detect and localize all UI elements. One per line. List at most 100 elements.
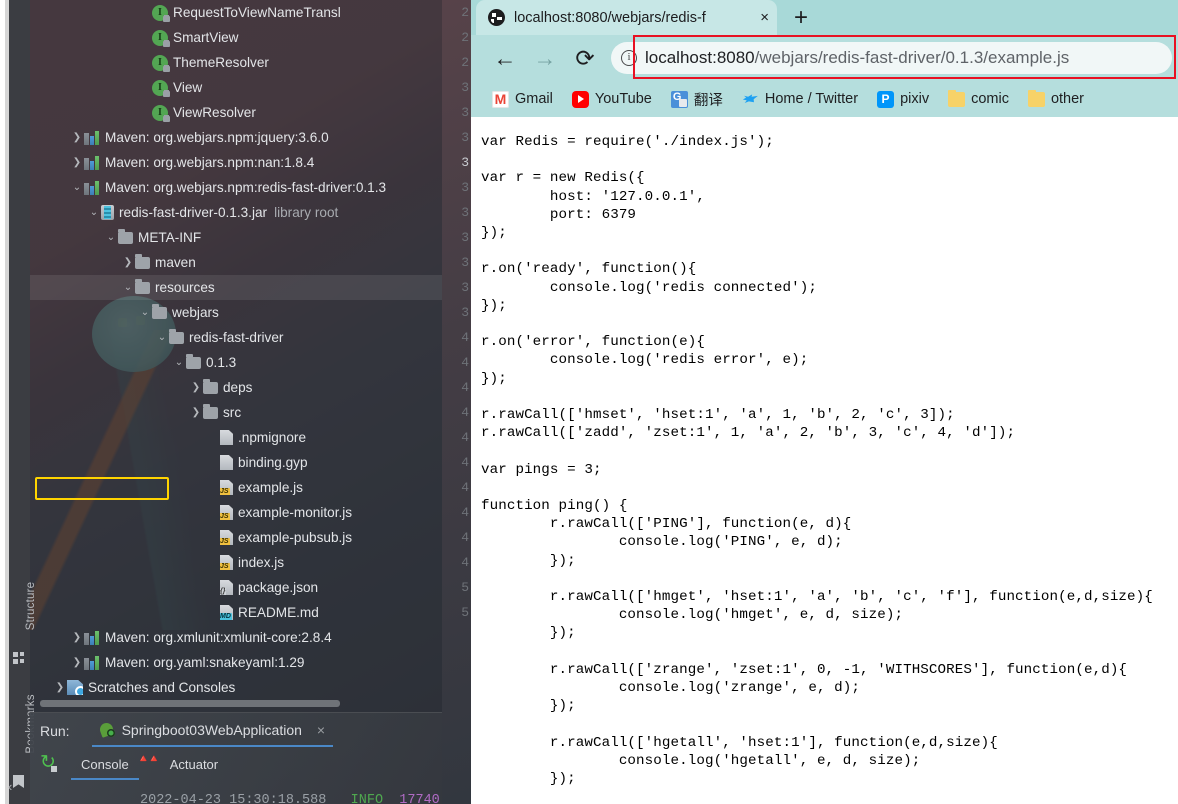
json-file-icon: {} bbox=[220, 580, 233, 595]
tree-node[interactable]: JS example-pubsub.js bbox=[30, 525, 442, 550]
tree-node[interactable]: JS example.js bbox=[30, 475, 442, 500]
line-number: 4 bbox=[461, 430, 469, 445]
tab-console[interactable]: Console bbox=[71, 749, 139, 780]
chevron-right-icon[interactable]: ❯ bbox=[70, 650, 84, 675]
chevron-right-icon[interactable]: ❯ bbox=[121, 250, 135, 275]
run-configuration-tab[interactable]: Springboot03WebApplication × bbox=[91, 714, 334, 747]
folder-icon bbox=[186, 353, 201, 369]
tab-actuator[interactable]: Actuator bbox=[160, 749, 228, 780]
line-number: 3 bbox=[461, 205, 469, 220]
jar-file-icon bbox=[101, 205, 114, 220]
tree-node[interactable]: JS example-monitor.js bbox=[30, 500, 442, 525]
tree-node[interactable]: JS index.js bbox=[30, 550, 442, 575]
chevron-right-icon[interactable]: ❯ bbox=[189, 375, 203, 400]
chevron-right-icon[interactable]: ❯ bbox=[189, 400, 203, 425]
tree-node-label: example-pubsub.js bbox=[238, 530, 353, 545]
tree-node[interactable]: I SmartView bbox=[30, 25, 442, 50]
bookmark-item[interactable]: comic bbox=[941, 88, 1016, 110]
tree-node-label: maven bbox=[155, 255, 196, 270]
chevron-down-icon[interactable]: ⌄ bbox=[172, 350, 186, 375]
tree-node[interactable]: ❯ maven bbox=[30, 250, 442, 275]
pixiv-icon bbox=[877, 90, 895, 108]
browser-tab[interactable]: localhost:8080/webjars/redis-f × bbox=[476, 0, 777, 35]
tree-node[interactable]: ⌄ redis-fast-driver bbox=[30, 325, 442, 350]
tree-node[interactable]: {} package.json bbox=[30, 575, 442, 600]
tree-node[interactable]: ❯ deps bbox=[30, 375, 442, 400]
chevron-down-icon[interactable]: ⌄ bbox=[87, 200, 101, 225]
chevron-right-icon[interactable]: ❯ bbox=[70, 125, 84, 150]
console-timestamp: 2022-04-23 15:30:18.588 bbox=[140, 793, 327, 804]
chevron-down-icon[interactable]: ⌄ bbox=[70, 175, 84, 200]
address-bar[interactable]: i localhost:8080/webjars/redis-fast-driv… bbox=[611, 42, 1172, 74]
editor-gutter: 2 2 2 3 3 3 3 3 3 3 3 3 3 4 4 4 4 4 4 4 4 4 4 5 5 bbox=[442, 0, 471, 804]
chevron-down-icon[interactable]: ⌄ bbox=[138, 300, 152, 325]
line-number: 2 bbox=[461, 55, 469, 70]
tree-node[interactable]: .npmignore bbox=[30, 425, 442, 450]
line-number: 4 bbox=[461, 330, 469, 345]
collapse-sidebar-button[interactable]: ‹ bbox=[8, 779, 12, 794]
structure-icon bbox=[13, 652, 25, 664]
chevron-right-icon[interactable]: ❯ bbox=[70, 150, 84, 175]
new-tab-button[interactable]: + bbox=[787, 5, 815, 33]
tree-node[interactable]: I View bbox=[30, 75, 442, 100]
line-number: 2 bbox=[461, 30, 469, 45]
tree-node[interactable]: ⌄ webjars bbox=[30, 300, 442, 325]
project-tree[interactable]: I RequestToViewNameTransl I SmartView I Theme… bbox=[30, 0, 442, 700]
tree-node[interactable]: ⌄ Maven: org.webjars.npm:redis-fast-drive… bbox=[30, 175, 442, 200]
tree-node[interactable]: I ThemeResolver bbox=[30, 50, 442, 75]
line-number: 3 bbox=[461, 155, 469, 170]
tree-node[interactable]: ❯ Maven: org.xmlunit:xmlunit-core:2.8.4 bbox=[30, 625, 442, 650]
bookmark-item[interactable]: 翻译 bbox=[664, 86, 730, 113]
tree-node[interactable]: ❯ Scratches and Consoles bbox=[30, 675, 442, 700]
sidebar-item-structure[interactable]: Structure bbox=[25, 561, 37, 651]
bookmark-item[interactable]: Home / Twitter bbox=[735, 88, 865, 111]
tree-node[interactable]: ❯ src bbox=[30, 400, 442, 425]
tree-node[interactable]: I ViewResolver bbox=[30, 100, 442, 125]
line-number: 4 bbox=[461, 505, 469, 520]
bookmark-item[interactable]: pixiv bbox=[870, 88, 936, 111]
rerun-icon[interactable] bbox=[40, 751, 57, 774]
tree-node[interactable]: ❯ Maven: org.yaml:snakeyaml:1.29 bbox=[30, 650, 442, 675]
javascript-file-icon: JS bbox=[220, 480, 233, 495]
tree-node-label: Maven: org.xmlunit:xmlunit-core:2.8.4 bbox=[105, 630, 332, 645]
tree-node[interactable]: ⌄ 0.1.3 bbox=[30, 350, 442, 375]
site-info-icon[interactable]: i bbox=[621, 50, 637, 66]
line-number: 4 bbox=[461, 555, 469, 570]
bookmark-item[interactable]: Gmail bbox=[485, 88, 560, 111]
close-tab-button[interactable]: × bbox=[760, 9, 771, 26]
spring-boot-icon bbox=[98, 722, 115, 737]
chevron-right-icon[interactable]: ❯ bbox=[53, 675, 67, 700]
line-number: 3 bbox=[461, 305, 469, 320]
tree-node[interactable]: ❯ Maven: org.webjars.npm:nan:1.8.4 bbox=[30, 150, 442, 175]
folder-icon bbox=[135, 278, 150, 294]
tree-node[interactable]: ⌄ resources bbox=[30, 275, 442, 300]
tree-node-label: redis-fast-driver bbox=[189, 330, 284, 345]
markdown-file-icon: MD bbox=[220, 605, 233, 620]
tree-node[interactable]: MD README.md bbox=[30, 600, 442, 625]
tree-node[interactable]: ❯ Maven: org.webjars.npm:jquery:3.6.0 bbox=[30, 125, 442, 150]
globe-favicon-icon bbox=[488, 9, 505, 26]
tree-horizontal-scrollbar[interactable] bbox=[40, 700, 340, 707]
browser-tab-title: localhost:8080/webjars/redis-f bbox=[514, 9, 706, 26]
line-number: 4 bbox=[461, 455, 469, 470]
tree-node[interactable]: ⌄ META-INF bbox=[30, 225, 442, 250]
bookmark-icon bbox=[13, 775, 24, 788]
back-button[interactable]: ← bbox=[485, 45, 525, 72]
chevron-right-icon[interactable]: ❯ bbox=[70, 625, 84, 650]
close-run-tab-button[interactable]: × bbox=[317, 722, 325, 738]
chrome-browser-window: localhost:8080/webjars/redis-f × + ← → ⟳… bbox=[471, 0, 1178, 804]
tree-node-label: Maven: org.yaml:snakeyaml:1.29 bbox=[105, 655, 305, 670]
chevron-down-icon[interactable]: ⌄ bbox=[104, 225, 118, 250]
bookmark-item[interactable]: other bbox=[1021, 88, 1091, 110]
tree-node[interactable]: ⌄ redis-fast-driver-0.1.3.jar library root bbox=[30, 200, 442, 225]
tree-node[interactable]: I RequestToViewNameTransl bbox=[30, 0, 442, 25]
tree-node-label: RequestToViewNameTransl bbox=[173, 5, 341, 20]
tree-node-label: .npmignore bbox=[238, 430, 307, 445]
google-translate-icon bbox=[670, 90, 688, 108]
chevron-down-icon[interactable]: ⌄ bbox=[121, 275, 135, 300]
chevron-down-icon[interactable]: ⌄ bbox=[155, 325, 169, 350]
bookmark-item[interactable]: YouTube bbox=[565, 88, 659, 111]
tree-node[interactable]: binding.gyp bbox=[30, 450, 442, 475]
youtube-icon bbox=[571, 90, 589, 108]
reload-button[interactable]: ⟳ bbox=[565, 45, 605, 72]
